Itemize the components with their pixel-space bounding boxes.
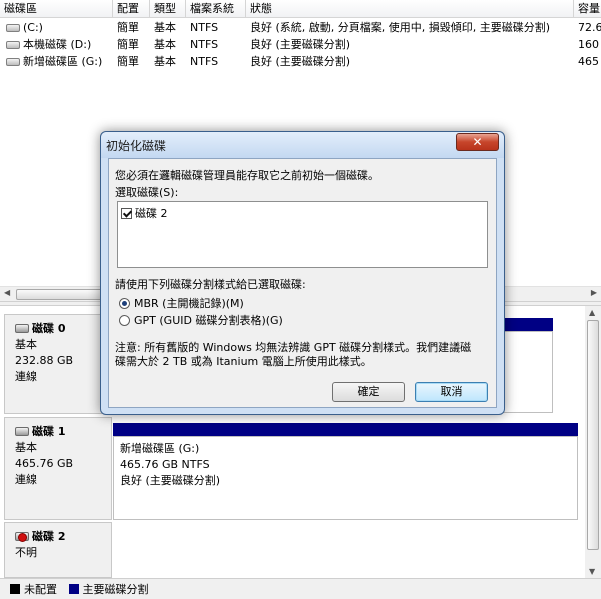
primary-partition-swatch: [68, 584, 79, 594]
disk-list-item[interactable]: 磁碟 2: [121, 205, 168, 221]
volume-row-d[interactable]: 本機磁碟 (D:) 簡單 基本 NTFS 良好 (主要磁碟分割) 160: [0, 36, 601, 53]
partition-style-label: 請使用下列磁碟分割樣式給已選取磁碟:: [115, 278, 306, 291]
column-header-type[interactable]: 類型: [150, 0, 186, 18]
partition-name: 新增磁碟區 (G:): [120, 442, 200, 455]
drive-icon: [6, 58, 20, 66]
disk-listbox[interactable]: 磁碟 2: [117, 201, 488, 268]
vertical-scroll-thumb[interactable]: [587, 320, 599, 550]
disk-kind: 基本: [15, 338, 37, 351]
scroll-up-icon[interactable]: ▲: [589, 308, 595, 317]
disk-error-icon: [15, 532, 29, 542]
volume-type: 基本: [154, 55, 176, 68]
volume-capacity: 465: [578, 55, 599, 68]
volume-status: 良好 (系統, 啟動, 分頁檔案, 使用中, 損毀傾印, 主要磁碟分割): [250, 21, 551, 34]
disk-kind: 基本: [15, 441, 37, 454]
legend-unallocated: 未配置: [24, 583, 57, 596]
dialog-body: 您必須在邏輯磁碟管理員能存取它之前初始一個磁碟。 選取磁碟(S): 磁碟 2 請…: [108, 158, 497, 408]
disk-1-label[interactable]: 磁碟 1 基本 465.76 GB 連線: [4, 417, 112, 520]
column-header-layout[interactable]: 配置: [113, 0, 150, 18]
column-header-filesystem[interactable]: 檔案系統: [186, 0, 246, 18]
volume-list-header: 磁碟區 配置 類型 檔案系統 狀態 容量: [0, 0, 601, 18]
disk-1-partition-bar: [113, 423, 578, 436]
legend-primary: 主要磁碟分割: [82, 583, 149, 596]
legend-bar: 未配置 主要磁碟分割: [0, 578, 601, 599]
volume-type: 基本: [154, 21, 176, 34]
volume-name: 本機磁碟 (D:): [23, 38, 92, 51]
disk-state: 連線: [15, 473, 37, 486]
partition-status: 良好 (主要磁碟分割): [120, 474, 221, 487]
disk-0-label[interactable]: 磁碟 0 基本 232.88 GB 連線: [4, 314, 112, 414]
close-icon: ✕: [472, 135, 483, 149]
disk-size: 465.76 GB: [15, 457, 74, 470]
disk-name: 磁碟 2: [32, 530, 66, 543]
volume-filesystem: NTFS: [190, 21, 219, 34]
volume-row-g[interactable]: 新增磁碟區 (G:) 簡單 基本 NTFS 良好 (主要磁碟分割) 465: [0, 53, 601, 70]
volume-capacity: 160: [578, 38, 599, 51]
volume-capacity: 72.6: [578, 21, 601, 34]
column-header-capacity[interactable]: 容量: [574, 0, 601, 18]
volume-status: 良好 (主要磁碟分割): [250, 55, 351, 68]
dialog-titlebar[interactable]: 初始化磁碟 ✕: [101, 132, 504, 158]
mbr-radio[interactable]: [119, 298, 130, 309]
scroll-left-icon[interactable]: ◀: [4, 288, 10, 297]
partition-size: 465.76 GB NTFS: [120, 458, 210, 471]
volume-status: 良好 (主要磁碟分割): [250, 38, 351, 51]
note-line-2: 碟需大於 2 TB 或為 Itanium 電腦上所使用此樣式。: [115, 355, 372, 368]
column-header-volume[interactable]: 磁碟區: [0, 0, 113, 18]
volume-name: 新增磁碟區 (G:): [23, 55, 103, 68]
volume-layout: 簡單: [117, 21, 139, 34]
disk-size: 232.88 GB: [15, 354, 74, 367]
horizontal-scroll-thumb[interactable]: [16, 289, 106, 300]
scroll-right-icon[interactable]: ▶: [591, 288, 597, 297]
volume-filesystem: NTFS: [190, 55, 219, 68]
volume-name: (C:): [23, 21, 43, 34]
disk-2-checkbox[interactable]: [121, 208, 132, 219]
mbr-option[interactable]: MBR (主開機記錄)(M): [119, 295, 244, 311]
volume-row-c[interactable]: (C:) 簡單 基本 NTFS 良好 (系統, 啟動, 分頁檔案, 使用中, 損…: [0, 19, 601, 36]
vertical-scrollbar[interactable]: ▲ ▼: [585, 306, 601, 578]
volume-type: 基本: [154, 38, 176, 51]
mbr-label: MBR (主開機記錄)(M): [134, 297, 244, 310]
disk-name: 磁碟 1: [32, 425, 66, 438]
dialog-intro: 您必須在邏輯磁碟管理員能存取它之前初始一個磁碟。: [115, 169, 379, 182]
disk-name: 磁碟 0: [32, 322, 66, 335]
disk-icon: [15, 427, 29, 436]
disk-icon: [15, 324, 29, 333]
gpt-radio[interactable]: [119, 315, 130, 326]
initialize-disk-dialog: 初始化磁碟 ✕ 您必須在邏輯磁碟管理員能存取它之前初始一個磁碟。 選取磁碟(S)…: [100, 131, 505, 415]
select-disk-label: 選取磁碟(S):: [115, 186, 179, 199]
column-header-status[interactable]: 狀態: [246, 0, 574, 18]
disk-state: 連線: [15, 370, 37, 383]
drive-icon: [6, 41, 20, 49]
unallocated-swatch: [10, 584, 20, 594]
volume-layout: 簡單: [117, 38, 139, 51]
disk-kind: 不明: [15, 546, 37, 559]
scroll-down-icon[interactable]: ▼: [589, 567, 595, 576]
gpt-option[interactable]: GPT (GUID 磁碟分割表格)(G): [119, 312, 283, 328]
cancel-button[interactable]: 取消: [415, 382, 488, 402]
disk-2-label[interactable]: 磁碟 2 不明: [4, 522, 112, 578]
drive-icon: [6, 24, 20, 32]
volume-layout: 簡單: [117, 55, 139, 68]
gpt-label: GPT (GUID 磁碟分割表格)(G): [134, 314, 283, 327]
volume-filesystem: NTFS: [190, 38, 219, 51]
disk-1-partition-g[interactable]: 新增磁碟區 (G:) 465.76 GB NTFS 良好 (主要磁碟分割): [113, 436, 578, 520]
disk-list-item-label: 磁碟 2: [135, 207, 168, 220]
close-button[interactable]: ✕: [456, 133, 499, 151]
ok-button[interactable]: 確定: [332, 382, 405, 402]
dialog-title: 初始化磁碟: [106, 139, 167, 153]
